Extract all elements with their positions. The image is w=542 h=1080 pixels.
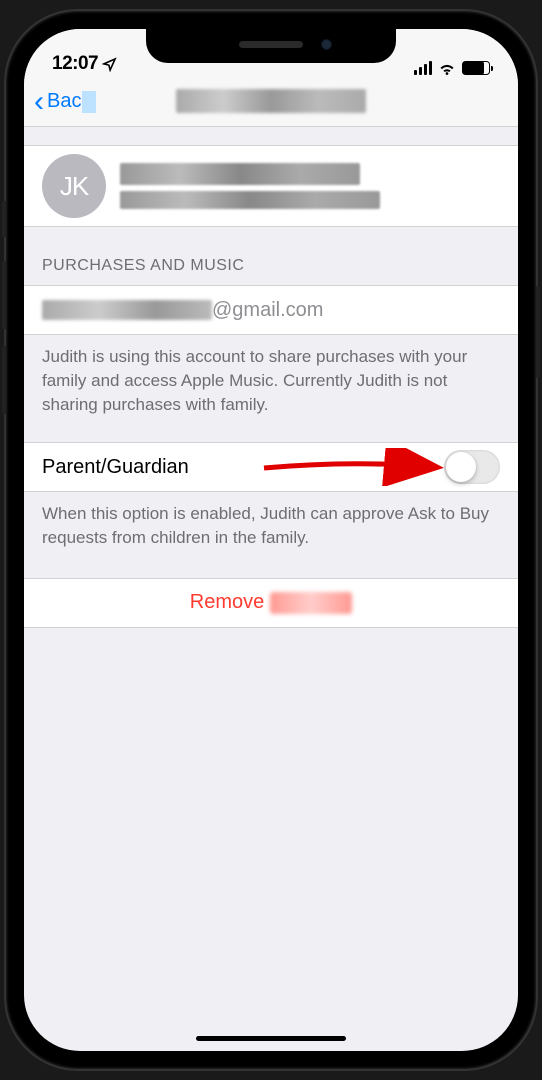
remove-label: Remove xyxy=(190,591,264,614)
notch xyxy=(146,29,396,63)
remove-name-redacted xyxy=(270,592,352,614)
chevron-left-icon: ‹ xyxy=(34,87,44,117)
parent-guardian-toggle[interactable] xyxy=(444,450,500,484)
purchases-footer: Judith is using this account to share pu… xyxy=(24,335,518,416)
profile-row: JK xyxy=(24,145,518,227)
back-label: Bac xyxy=(47,90,81,113)
annotation-arrow xyxy=(254,448,454,486)
iphone-frame: 12:07 ‹ Bac xyxy=(6,11,536,1069)
back-button[interactable]: ‹ Bac xyxy=(34,87,96,117)
wifi-icon xyxy=(438,62,456,75)
email-suffix: @gmail.com xyxy=(212,299,323,322)
cellular-signal-icon xyxy=(414,61,433,75)
location-icon xyxy=(102,57,117,72)
navigation-bar: ‹ Bac xyxy=(24,77,518,127)
avatar: JK xyxy=(42,154,106,218)
profile-redacted xyxy=(120,163,500,209)
parent-guardian-label: Parent/Guardian xyxy=(42,456,189,479)
section-header-purchases: PURCHASES AND MUSIC xyxy=(24,227,518,285)
parent-guardian-footer: When this option is enabled, Judith can … xyxy=(24,492,518,550)
apple-id-email-row[interactable]: @gmail.com xyxy=(24,285,518,335)
remove-button[interactable]: Remove xyxy=(24,578,518,628)
nav-title xyxy=(176,89,366,113)
screen: 12:07 ‹ Bac xyxy=(24,29,518,1051)
status-time: 12:07 xyxy=(52,53,98,75)
battery-icon xyxy=(462,61,490,75)
email-redacted xyxy=(42,300,212,320)
parent-guardian-row: Parent/Guardian xyxy=(24,442,518,492)
home-indicator[interactable] xyxy=(196,1036,346,1041)
